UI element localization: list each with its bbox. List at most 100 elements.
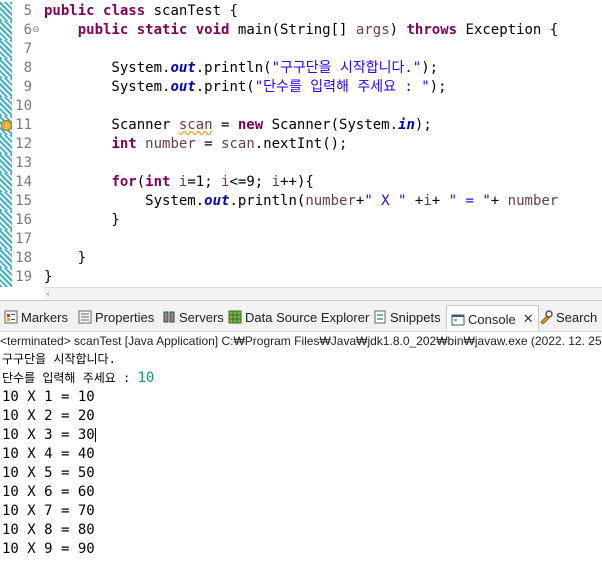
line-number: 8 bbox=[23, 60, 32, 76]
code-token: ); bbox=[429, 79, 447, 95]
code-token: out bbox=[170, 60, 196, 76]
console-result-text: 10 X 3 = 30 bbox=[2, 427, 95, 443]
code-line[interactable]: } bbox=[44, 249, 86, 268]
code-line[interactable]: System.out.println("구구단을 시작합니다."); bbox=[44, 59, 438, 78]
ruler-change-marker bbox=[0, 173, 12, 192]
code-token: " = " bbox=[448, 193, 491, 209]
tab-data-source-explorer[interactable]: Data Source Explorer bbox=[228, 306, 369, 328]
close-console-icon[interactable]: ✕ bbox=[523, 312, 534, 327]
code-token: i bbox=[271, 174, 281, 190]
code-line[interactable]: int number = scan.nextInt(); bbox=[44, 135, 347, 154]
code-token: ++){ bbox=[280, 174, 314, 190]
code-token: System. bbox=[44, 193, 205, 209]
code-token: System. bbox=[44, 79, 171, 95]
code-token: "단수를 입력해 주세요 : " bbox=[254, 79, 430, 95]
code-line[interactable]: System.out.print("단수를 입력해 주세요 : "); bbox=[44, 78, 447, 97]
console-user-input: 10 bbox=[137, 370, 155, 386]
console-result-text: 10 X 1 = 10 bbox=[2, 389, 95, 405]
console-result-line: 10 X 2 = 20 bbox=[2, 407, 95, 426]
line-number: 10 bbox=[15, 98, 32, 114]
code-line[interactable]: for(int i=1; i<=9; i++){ bbox=[44, 173, 314, 192]
console-result-text: 10 X 4 = 40 bbox=[2, 446, 95, 462]
tab-markers[interactable]: Markers bbox=[4, 306, 68, 328]
code-token: main(String[] bbox=[229, 22, 356, 38]
tab-console[interactable]: Console ✕ bbox=[446, 305, 539, 331]
code-token: i bbox=[423, 193, 432, 209]
console-output[interactable]: 구구단을 시작합니다. 단수를 입력해 주세요 : 10 10 X 1 = 10… bbox=[0, 350, 602, 570]
code-token: int bbox=[111, 136, 137, 152]
line-number: 17 bbox=[15, 231, 32, 247]
tab-snippets-label: Snippets bbox=[390, 309, 441, 325]
line-number-gutter: 5 6 ⊖ 7 8 9 10 11! 12 13 14 15 16 17 18 19 bbox=[1, 0, 42, 287]
code-token: number bbox=[507, 193, 559, 209]
line-number: 13 bbox=[15, 155, 32, 171]
code-token: } bbox=[44, 250, 87, 266]
code-line[interactable]: Scanner scan = new Scanner(System.in); bbox=[44, 116, 431, 135]
code-token: throws bbox=[406, 22, 458, 38]
ruler-change-marker bbox=[0, 135, 12, 154]
code-token: scanTest { bbox=[145, 3, 238, 19]
console-result-text: 10 X 2 = 20 bbox=[2, 408, 95, 424]
tab-properties-label: Properties bbox=[95, 309, 155, 325]
ruler-change-marker bbox=[0, 59, 12, 78]
console-result-line: 10 X 4 = 40 bbox=[2, 445, 95, 464]
code-line[interactable]: System.out.println(number+" X " +i+ " = … bbox=[44, 192, 558, 211]
fold-collapse-icon[interactable]: ⊖ bbox=[32, 21, 42, 40]
console-output-line: 구구단을 시작합니다. bbox=[2, 352, 116, 366]
code-token: out bbox=[170, 79, 196, 95]
ruler-change-marker bbox=[0, 40, 12, 59]
ruler-change-marker bbox=[0, 230, 12, 249]
tab-search[interactable]: Search bbox=[539, 306, 597, 328]
code-token: + bbox=[490, 193, 508, 209]
tab-markers-label: Markers bbox=[21, 309, 68, 325]
code-token: .print( bbox=[195, 79, 255, 95]
editor-horizontal-scrollbar[interactable]: ‹ bbox=[44, 287, 602, 301]
line-number: 18 bbox=[15, 250, 32, 266]
code-token: + bbox=[431, 193, 449, 209]
properties-icon bbox=[78, 310, 92, 324]
code-token: static bbox=[136, 22, 188, 38]
code-token: ( bbox=[136, 174, 146, 190]
console-prompt-text: 단수를 입력해 주세요 : bbox=[2, 371, 138, 385]
code-token: = bbox=[212, 117, 238, 133]
tab-servers[interactable]: Servers bbox=[162, 306, 224, 328]
line-number: 14 bbox=[15, 174, 32, 190]
console-process-header: <terminated> scanTest [Java Application]… bbox=[0, 332, 602, 351]
code-line[interactable]: public class scanTest { bbox=[44, 2, 238, 21]
code-token: public bbox=[77, 22, 129, 38]
code-editor[interactable]: 5 6 ⊖ 7 8 9 10 11! 12 13 14 15 16 17 18 19 public class… bbox=[0, 0, 602, 287]
code-token: number bbox=[305, 193, 356, 209]
warning-icon[interactable]: ! bbox=[1, 120, 12, 131]
code-line[interactable]: } bbox=[44, 268, 52, 287]
code-token: scan bbox=[221, 136, 255, 152]
code-token: } bbox=[44, 269, 53, 285]
code-token: number bbox=[145, 136, 196, 152]
code-token: .println( bbox=[229, 193, 306, 209]
console-prompt-line: 단수를 입력해 주세요 : 10 bbox=[2, 369, 154, 388]
code-token: } bbox=[44, 212, 120, 228]
code-area[interactable]: public class scanTest { public static vo… bbox=[44, 0, 602, 287]
tab-properties[interactable]: Properties bbox=[78, 306, 154, 328]
code-token: public bbox=[44, 3, 95, 19]
ruler-change-marker bbox=[0, 78, 12, 97]
tab-snippets[interactable]: Snippets bbox=[373, 306, 441, 328]
ruler-change-marker bbox=[0, 154, 12, 173]
code-line[interactable]: public static void main(String[] args) t… bbox=[44, 21, 559, 40]
servers-icon bbox=[162, 310, 176, 324]
line-number: 5 bbox=[23, 3, 32, 19]
console-result-text: 10 X 5 = 50 bbox=[2, 465, 95, 481]
console-result-line: 10 X 8 = 80 bbox=[2, 521, 95, 540]
line-number: 15 bbox=[15, 193, 32, 209]
console-result-line: 10 X 1 = 10 bbox=[2, 388, 95, 407]
line-number: 16 bbox=[15, 212, 32, 228]
code-line[interactable]: } bbox=[44, 211, 120, 230]
snippets-icon bbox=[373, 310, 387, 324]
markers-icon bbox=[4, 310, 18, 324]
